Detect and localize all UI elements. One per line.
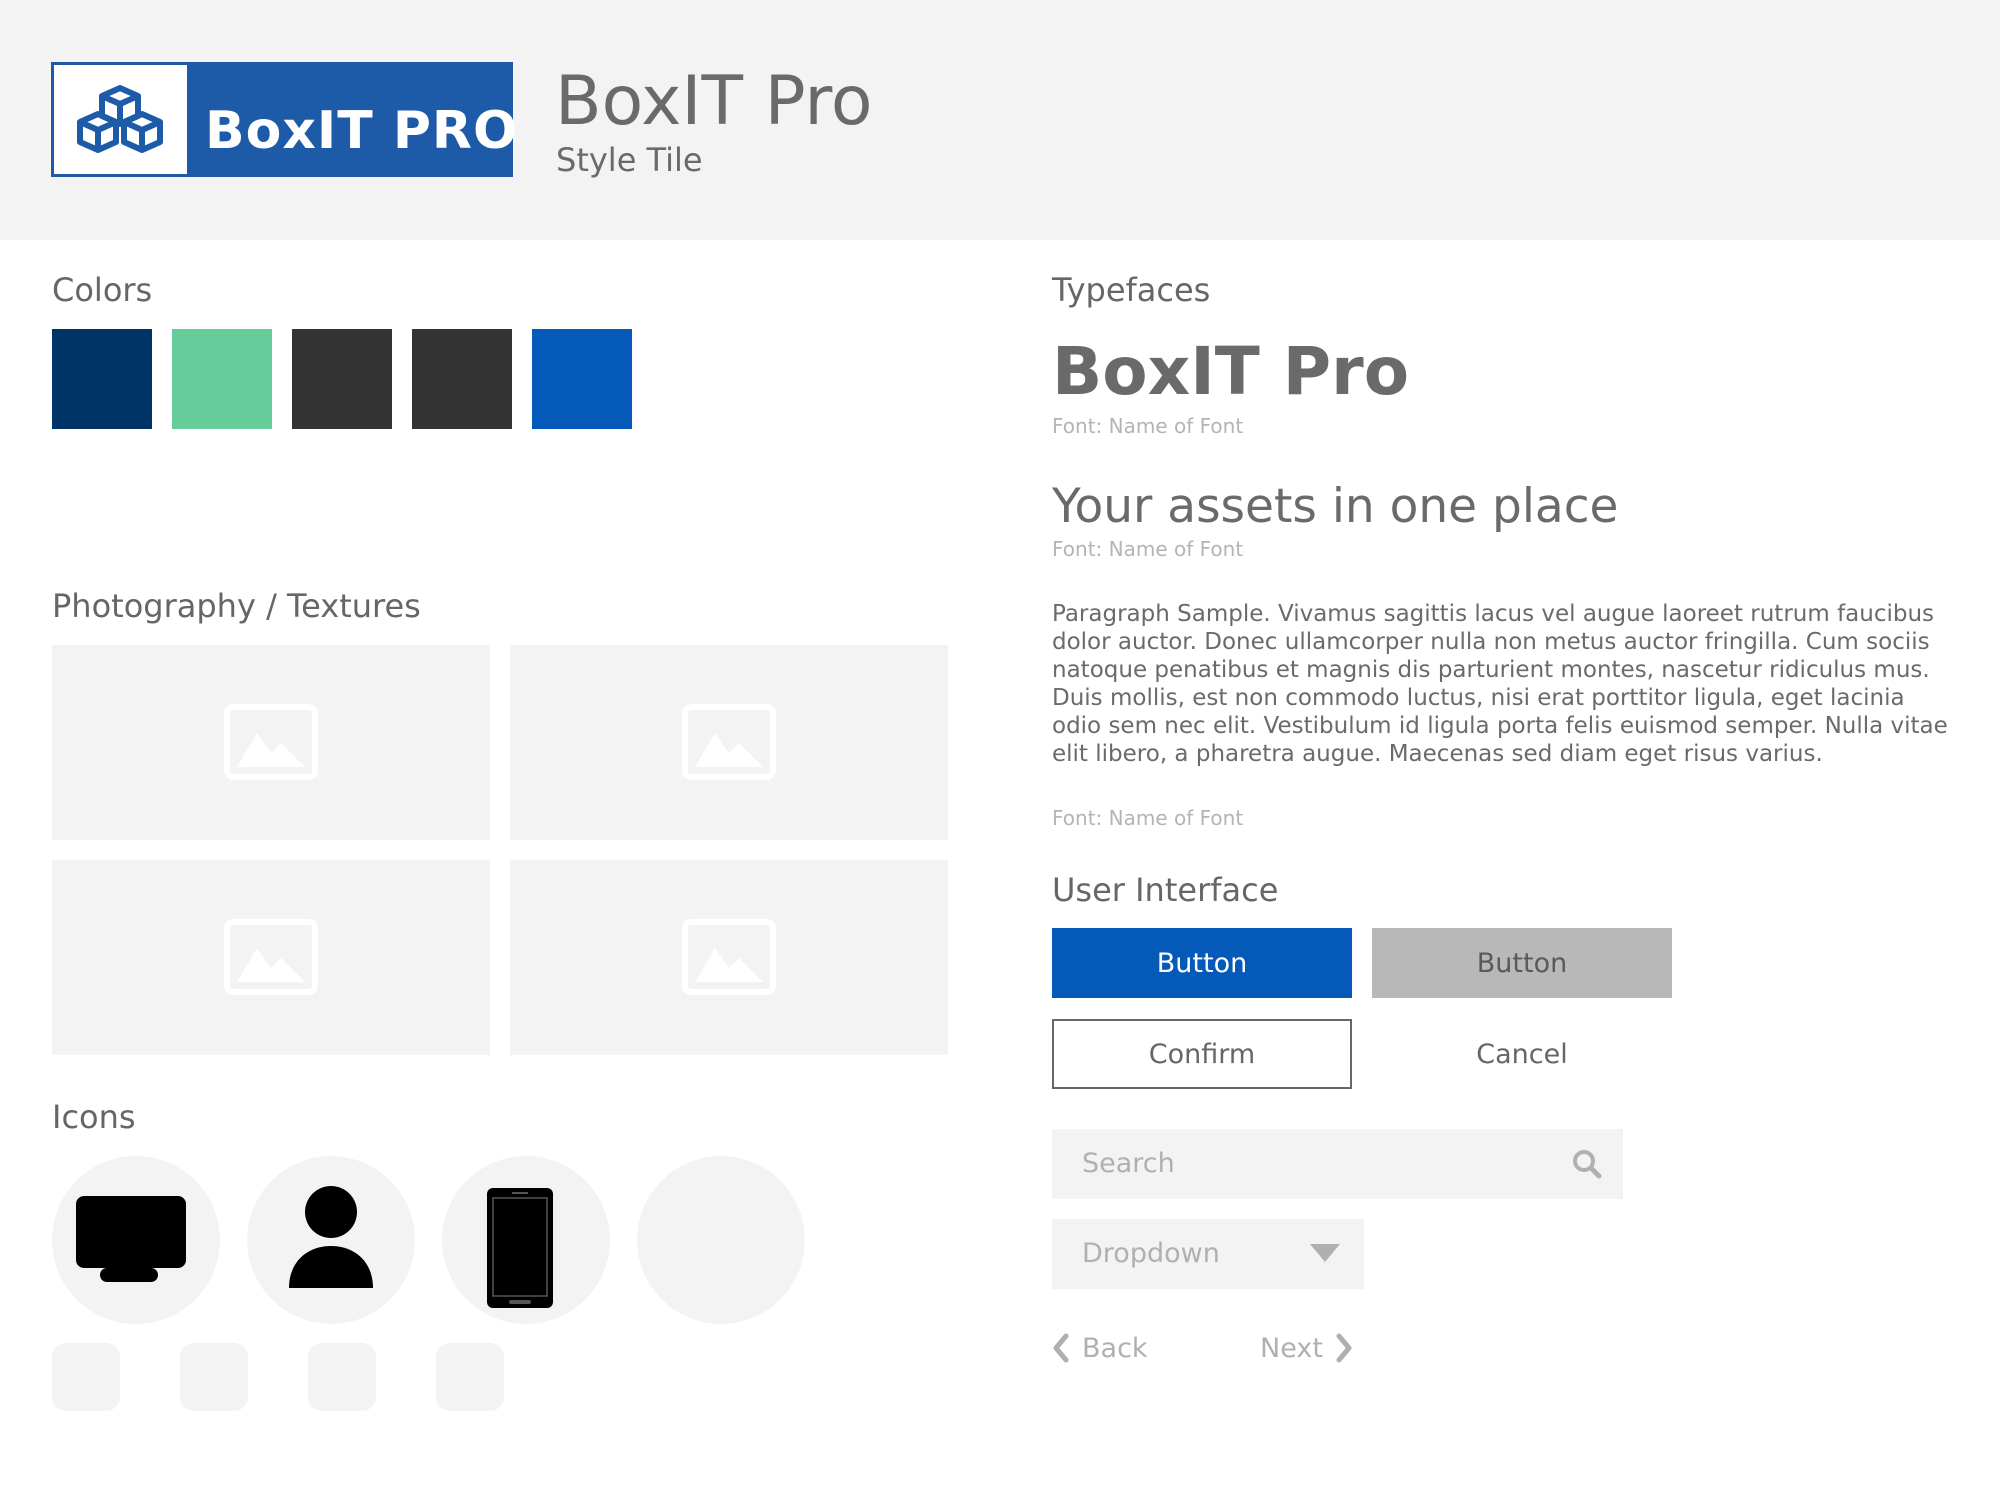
primary-button[interactable]: Button (1052, 928, 1352, 998)
typefaces-heading: Typefaces (1052, 271, 1211, 309)
monitor-icon (76, 1196, 186, 1282)
next-label: Next (1260, 1332, 1323, 1364)
back-label: Back (1082, 1332, 1148, 1364)
boxes-logo-icon (77, 85, 163, 153)
confirm-button[interactable]: Confirm (1052, 1019, 1352, 1089)
image-placeholder-icon (224, 704, 318, 780)
dropdown-label: Dropdown (1082, 1238, 1220, 1269)
color-swatch (532, 329, 632, 429)
icon-tile (52, 1343, 120, 1411)
chevron-down-icon (1310, 1244, 1340, 1262)
icon-circle (52, 1156, 220, 1324)
image-placeholder-icon (682, 919, 776, 995)
image-placeholder-icon (682, 704, 776, 780)
user-interface-heading: User Interface (1052, 871, 1279, 909)
smartphone-icon (487, 1188, 553, 1308)
photo-placeholder (52, 645, 490, 840)
icon-tile (308, 1343, 376, 1411)
heading-type-sample: BoxIT Pro (1052, 333, 1410, 410)
image-placeholder-icon (224, 919, 318, 995)
icon-circle (637, 1156, 805, 1324)
photography-heading: Photography / Textures (52, 587, 421, 625)
search-input[interactable]: Search (1052, 1129, 1623, 1199)
next-link[interactable]: Next (1260, 1328, 1353, 1368)
user-icon (289, 1186, 373, 1288)
font-name-note: Font: Name of Font (1052, 806, 1244, 830)
secondary-button[interactable]: Button (1372, 928, 1672, 998)
font-name-note: Font: Name of Font (1052, 414, 1244, 438)
color-swatch (292, 329, 392, 429)
photo-placeholder (510, 645, 948, 840)
subheading-type-sample: Your assets in one place (1052, 479, 1619, 534)
back-link[interactable]: Back (1052, 1328, 1148, 1368)
icon-circle (442, 1156, 610, 1324)
colors-heading: Colors (52, 271, 153, 309)
dropdown-select[interactable]: Dropdown (1052, 1219, 1364, 1289)
chevron-left-icon (1053, 1333, 1069, 1363)
photo-placeholder (52, 860, 490, 1055)
icon-tile (180, 1343, 248, 1411)
logo-text: BoxIT PRO (205, 101, 519, 161)
header-banner: BoxIT PRO BoxIT Pro Style Tile (0, 0, 2000, 240)
photo-placeholder (510, 860, 948, 1055)
search-placeholder: Search (1082, 1148, 1175, 1179)
icon-tile (436, 1343, 504, 1411)
color-swatch (52, 329, 152, 429)
icons-heading: Icons (52, 1098, 136, 1136)
font-name-note: Font: Name of Font (1052, 537, 1244, 561)
color-swatch (412, 329, 512, 429)
brand-logo: BoxIT PRO (51, 62, 517, 177)
search-icon[interactable] (1572, 1149, 1602, 1179)
chevron-right-icon (1336, 1333, 1352, 1363)
page-subtitle: Style Tile (556, 141, 703, 179)
paragraph-sample: Paragraph Sample. Vivamus sagittis lacus… (1052, 601, 1948, 767)
color-swatch (172, 329, 272, 429)
icon-circle (247, 1156, 415, 1324)
cancel-button[interactable]: Cancel (1372, 1019, 1672, 1089)
page-title: BoxIT Pro (555, 62, 873, 141)
